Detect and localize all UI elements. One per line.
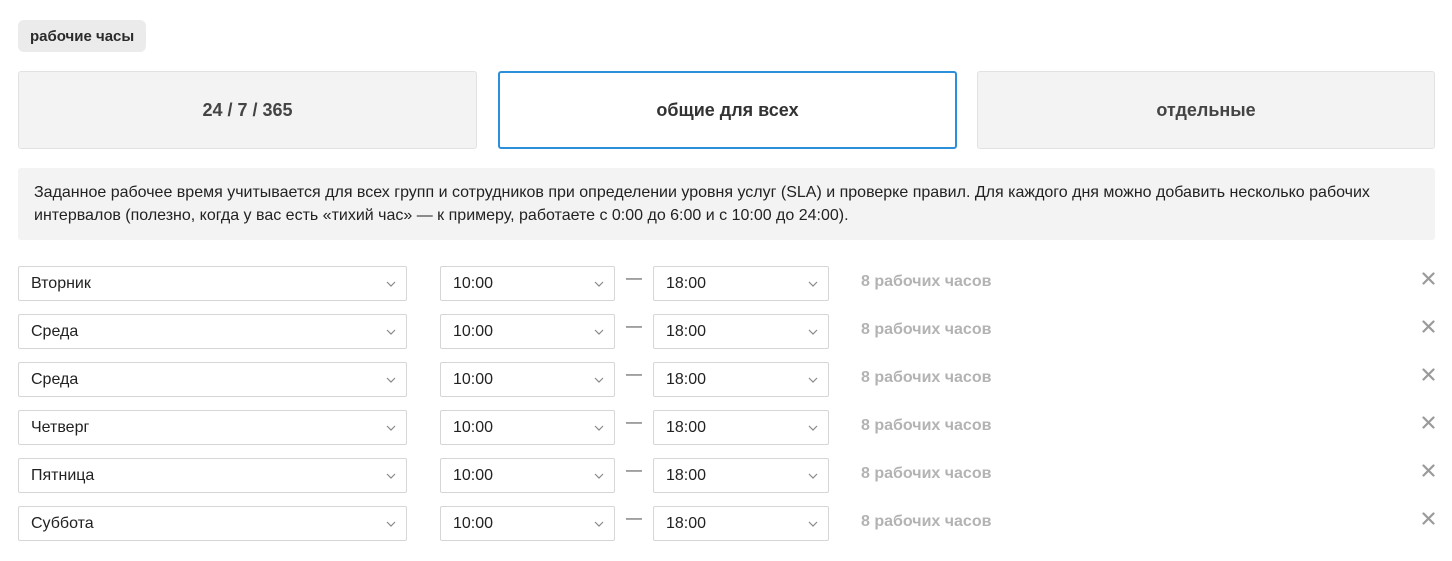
chevron-down-icon — [376, 315, 406, 348]
mode-selector: 24 / 7 / 365 общие для всех отдельные — [18, 71, 1435, 149]
close-icon[interactable] — [1418, 506, 1438, 530]
end-time-value: 18:00 — [666, 322, 707, 340]
end-time-value: 18:00 — [666, 274, 707, 292]
info-description: Заданное рабочее время учитывается для в… — [18, 168, 1435, 240]
start-time-value: 10:00 — [453, 322, 494, 340]
day-select[interactable]: Среда — [18, 362, 407, 397]
time-separator: — — [626, 414, 642, 431]
hours-count: 8 рабочих часов — [861, 272, 992, 290]
section-label: рабочие часы — [18, 20, 147, 52]
end-time-select[interactable]: 18:00 — [653, 506, 829, 541]
chevron-down-icon — [798, 363, 828, 396]
interval-row: Четверг 10:00 — 18:00 8 рабочих часов — [18, 410, 1438, 445]
mode-option-common[interactable]: общие для всех — [498, 71, 957, 149]
interval-row: Суббота 10:00 — 18:00 8 рабочих часов — [18, 506, 1438, 541]
close-icon[interactable] — [1418, 266, 1438, 290]
close-icon[interactable] — [1418, 458, 1438, 482]
chevron-down-icon — [798, 315, 828, 348]
interval-row: Среда 10:00 — 18:00 8 рабочих часов — [18, 314, 1438, 349]
end-time-select[interactable]: 18:00 — [653, 458, 829, 493]
mode-option-separate[interactable]: отдельные — [977, 71, 1435, 149]
day-select-value: Четверг — [31, 418, 90, 436]
day-select-value: Вторник — [31, 274, 91, 292]
end-time-value: 18:00 — [666, 466, 707, 484]
chevron-down-icon — [798, 267, 828, 300]
end-time-value: 18:00 — [666, 418, 707, 436]
start-time-value: 10:00 — [453, 274, 494, 292]
chevron-down-icon — [798, 411, 828, 444]
start-time-value: 10:00 — [453, 514, 494, 532]
day-select[interactable]: Среда — [18, 314, 407, 349]
interval-row: Пятница 10:00 — 18:00 8 рабочих часов — [18, 458, 1438, 493]
chevron-down-icon — [798, 507, 828, 540]
end-time-value: 18:00 — [666, 370, 707, 388]
cut-off-link[interactable] — [1230, 553, 1360, 561]
chevron-down-icon — [376, 459, 406, 492]
hours-count: 8 рабочих часов — [861, 368, 992, 386]
hours-count: 8 рабочих часов — [861, 512, 992, 530]
end-time-select[interactable]: 18:00 — [653, 314, 829, 349]
chevron-down-icon — [584, 507, 614, 540]
chevron-down-icon — [376, 267, 406, 300]
start-time-value: 10:00 — [453, 418, 494, 436]
chevron-down-icon — [584, 267, 614, 300]
start-time-value: 10:00 — [453, 370, 494, 388]
time-separator: — — [626, 270, 642, 287]
time-separator: — — [626, 366, 642, 383]
chevron-down-icon — [584, 459, 614, 492]
start-time-select[interactable]: 10:00 — [440, 410, 615, 445]
day-select-value: Пятница — [31, 466, 95, 484]
day-select[interactable]: Четверг — [18, 410, 407, 445]
start-time-value: 10:00 — [453, 466, 494, 484]
start-time-select[interactable]: 10:00 — [440, 266, 615, 301]
chevron-down-icon — [376, 411, 406, 444]
chevron-down-icon — [584, 315, 614, 348]
mode-option-247[interactable]: 24 / 7 / 365 — [18, 71, 477, 149]
start-time-select[interactable]: 10:00 — [440, 362, 615, 397]
end-time-value: 18:00 — [666, 514, 707, 532]
day-select[interactable]: Пятница — [18, 458, 407, 493]
end-time-select[interactable]: 18:00 — [653, 266, 829, 301]
day-select[interactable]: Вторник — [18, 266, 407, 301]
day-select[interactable]: Суббота — [18, 506, 407, 541]
day-select-value: Среда — [31, 322, 79, 340]
end-time-select[interactable]: 18:00 — [653, 410, 829, 445]
day-select-value: Среда — [31, 370, 79, 388]
time-separator: — — [626, 462, 642, 479]
chevron-down-icon — [798, 459, 828, 492]
chevron-down-icon — [376, 363, 406, 396]
hours-count: 8 рабочих часов — [861, 416, 992, 434]
chevron-down-icon — [376, 507, 406, 540]
end-time-select[interactable]: 18:00 — [653, 362, 829, 397]
start-time-select[interactable]: 10:00 — [440, 314, 615, 349]
chevron-down-icon — [584, 363, 614, 396]
close-icon[interactable] — [1418, 410, 1438, 434]
close-icon[interactable] — [1418, 314, 1438, 338]
start-time-select[interactable]: 10:00 — [440, 458, 615, 493]
start-time-select[interactable]: 10:00 — [440, 506, 615, 541]
day-select-value: Суббота — [31, 514, 94, 532]
interval-row: Вторник 10:00 — 18:00 8 рабочих часов — [18, 266, 1438, 301]
hours-count: 8 рабочих часов — [861, 464, 992, 482]
time-separator: — — [626, 510, 642, 527]
working-hours-page: рабочие часы 24 / 7 / 365 общие для всех… — [0, 0, 1452, 561]
close-icon[interactable] — [1418, 362, 1438, 386]
time-separator: — — [626, 318, 642, 335]
hours-count: 8 рабочих часов — [861, 320, 992, 338]
interval-row: Среда 10:00 — 18:00 8 рабочих часов — [18, 362, 1438, 397]
chevron-down-icon — [584, 411, 614, 444]
